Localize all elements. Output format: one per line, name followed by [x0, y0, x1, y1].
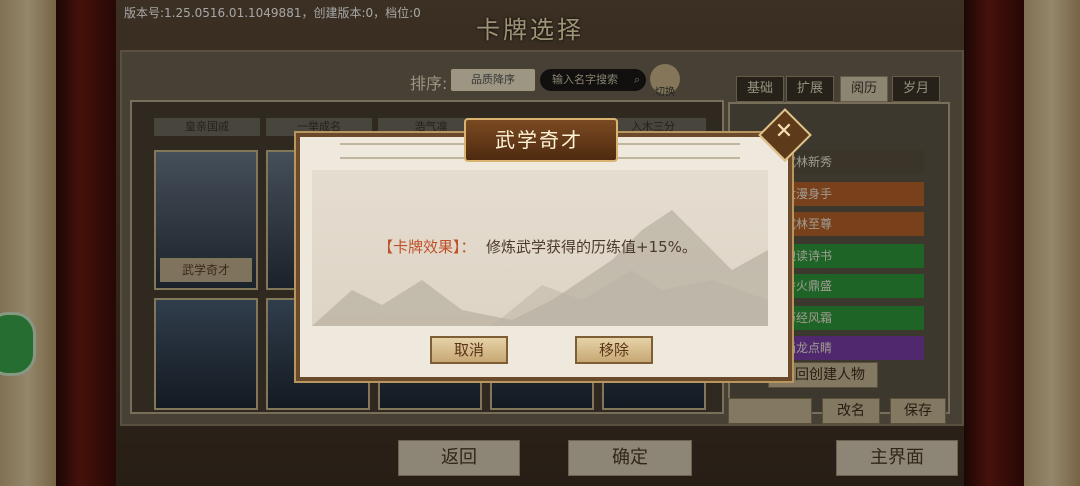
cancel-button[interactable]: 取消: [430, 336, 508, 364]
effect-label: 【卡牌效果】：: [378, 238, 476, 256]
close-icon[interactable]: ✕: [773, 120, 795, 144]
effect-text: 修炼武学获得的历练值+15%。: [486, 238, 697, 256]
dialog-title: 武学奇才: [495, 128, 583, 152]
remove-button[interactable]: 移除: [575, 336, 653, 364]
